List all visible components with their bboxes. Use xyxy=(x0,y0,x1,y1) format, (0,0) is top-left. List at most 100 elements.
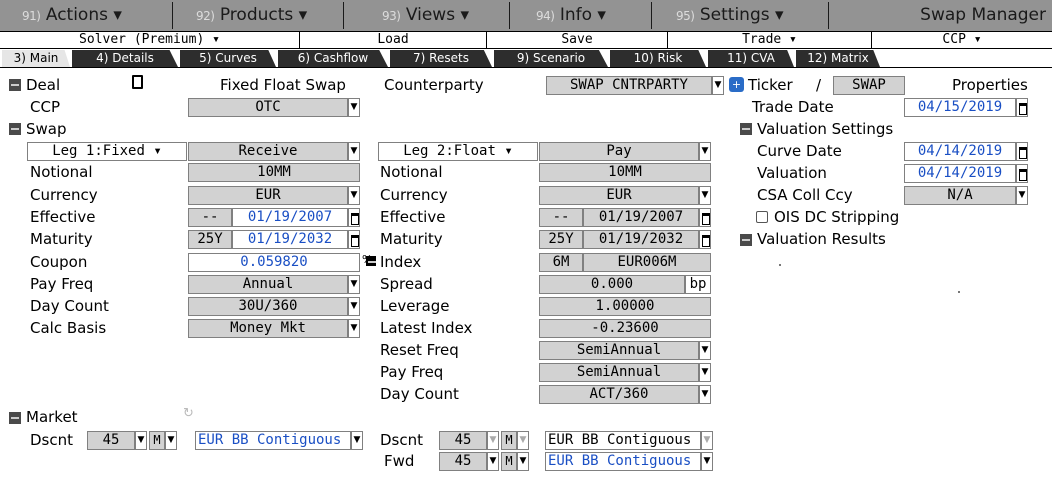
market-leg2-fwd-num[interactable]: 45 xyxy=(439,452,487,471)
chevron-down-icon[interactable]: ▼ xyxy=(351,431,363,450)
refresh-icon[interactable]: ↻ xyxy=(183,406,194,421)
market-leg2-fwd-curve[interactable]: EUR BB Contiguous xyxy=(545,452,701,471)
properties-link[interactable]: Properties xyxy=(952,75,1028,95)
chevron-down-icon[interactable]: ▼ xyxy=(699,341,711,360)
chevron-down-icon[interactable]: ▼ xyxy=(348,98,360,117)
leg2-latestindex-field[interactable]: -0.23600 xyxy=(539,319,711,338)
calendar-icon[interactable] xyxy=(348,208,360,227)
tab-cashflow[interactable]: 6) Cashflow xyxy=(278,50,388,67)
collapse-icon[interactable] xyxy=(9,412,21,424)
menu-views[interactable]: 93) Views ▾ xyxy=(382,0,469,31)
leg1-coupon-field[interactable]: 0.059820 xyxy=(188,253,360,272)
leg1-effective-prefix[interactable]: -- xyxy=(188,208,232,227)
leg2-spread-field[interactable]: 0.000 xyxy=(539,275,685,294)
market-leg1-dscnt-m[interactable]: M xyxy=(149,431,165,450)
chevron-down-icon[interactable]: ▼ xyxy=(487,452,499,471)
leg2-effective-field[interactable]: 01/19/2007 xyxy=(583,208,699,227)
menu-settings[interactable]: 95) Settings ▾ xyxy=(676,0,784,31)
leg1-effective-field[interactable]: 01/19/2007 xyxy=(232,208,348,227)
tab-matrix[interactable]: 12) Matrix xyxy=(796,50,880,67)
collapse-icon[interactable] xyxy=(740,123,752,135)
leg1-selector[interactable]: Leg 1:Fixed ▾ xyxy=(27,142,187,161)
chevron-down-icon[interactable]: ▼ xyxy=(699,363,711,382)
ccp-dropdown[interactable]: CCP ▾ xyxy=(872,32,1052,48)
market-leg2-dscnt-num[interactable]: 45 xyxy=(439,431,487,450)
leg1-payfreq-field[interactable]: Annual xyxy=(188,275,348,294)
collapse-icon[interactable] xyxy=(740,234,752,246)
market-leg2-dscnt-m[interactable]: M xyxy=(501,431,517,450)
trade-dropdown[interactable]: Trade ▾ xyxy=(668,32,872,48)
leg2-payfreq-field[interactable]: SemiAnnual xyxy=(539,363,699,382)
leg2-index-field[interactable]: EUR006M xyxy=(583,253,711,272)
chevron-down-icon[interactable]: ▼ xyxy=(701,452,713,471)
chevron-down-icon[interactable]: ▼ xyxy=(699,385,711,404)
leg2-direction[interactable]: Pay xyxy=(539,142,699,161)
tab-scenario[interactable]: 9) Scenario xyxy=(494,50,608,67)
chevron-down-icon[interactable]: ▼ xyxy=(699,142,711,161)
leg2-maturity-field[interactable]: 01/19/2032 xyxy=(583,230,699,249)
leg2-effective-prefix[interactable]: -- xyxy=(539,208,583,227)
market-leg1-dscnt-num[interactable]: 45 xyxy=(87,431,135,450)
solver-dropdown[interactable]: Solver (Premium) ▾ xyxy=(0,32,300,48)
menu-products[interactable]: 92) Products ▾ xyxy=(196,0,307,31)
chevron-down-icon[interactable]: ▼ xyxy=(712,76,724,95)
leg2-daycount-field[interactable]: ACT/360 xyxy=(539,385,699,404)
collapse-icon[interactable] xyxy=(366,256,376,266)
add-ticker-icon[interactable]: + xyxy=(729,77,744,92)
calendar-icon[interactable] xyxy=(699,230,711,249)
chevron-down-icon[interactable]: ▼ xyxy=(348,297,360,316)
document-icon[interactable] xyxy=(132,75,143,89)
menu-info[interactable]: 94) Info ▾ xyxy=(536,0,606,31)
ois-dc-stripping-checkbox[interactable] xyxy=(756,211,768,223)
ccp-field[interactable]: OTC xyxy=(188,98,348,117)
leg2-index-tenor[interactable]: 6M xyxy=(539,253,583,272)
collapse-icon[interactable] xyxy=(9,123,21,135)
ticker-field[interactable]: SWAP xyxy=(833,76,905,95)
leg2-notional-field[interactable]: 10MM xyxy=(539,163,711,182)
load-button[interactable]: Load xyxy=(300,32,487,48)
calendar-icon[interactable] xyxy=(699,208,711,227)
market-leg2-fwd-m[interactable]: M xyxy=(501,452,517,471)
save-button[interactable]: Save xyxy=(487,32,668,48)
tab-cva[interactable]: 11) CVA xyxy=(708,50,794,67)
chevron-down-icon[interactable]: ▼ xyxy=(348,142,360,161)
calendar-icon[interactable] xyxy=(1016,164,1028,183)
leg1-calcbasis-field[interactable]: Money Mkt xyxy=(188,319,348,338)
chevron-down-icon[interactable]: ▼ xyxy=(487,431,499,450)
chevron-down-icon[interactable]: ▼ xyxy=(165,431,177,450)
leg2-resetfreq-field[interactable]: SemiAnnual xyxy=(539,341,699,360)
valuation-date-field[interactable]: 04/14/2019 xyxy=(904,164,1016,183)
leg2-leverage-field[interactable]: 1.00000 xyxy=(539,297,711,316)
chevron-down-icon[interactable]: ▼ xyxy=(348,186,360,205)
counterparty-field[interactable]: SWAP CNTRPARTY xyxy=(546,76,712,95)
tab-curves[interactable]: 5) Curves xyxy=(180,50,276,67)
collapse-icon[interactable] xyxy=(9,79,21,91)
tab-resets[interactable]: 7) Resets xyxy=(390,50,492,67)
csa-coll-ccy-field[interactable]: N/A xyxy=(904,186,1016,205)
calendar-icon[interactable] xyxy=(1016,98,1028,117)
calendar-icon[interactable] xyxy=(1016,142,1028,161)
menu-actions[interactable]: 91) Actions ▾ xyxy=(22,0,122,31)
leg1-currency-field[interactable]: EUR xyxy=(188,186,348,205)
calendar-icon[interactable] xyxy=(348,230,360,249)
chevron-down-icon[interactable]: ▼ xyxy=(517,431,529,450)
tab-main[interactable]: 3) Main xyxy=(2,50,70,67)
leg1-maturity-field[interactable]: 01/19/2032 xyxy=(232,230,348,249)
chevron-down-icon[interactable]: ▼ xyxy=(1016,186,1028,205)
tab-details[interactable]: 4) Details xyxy=(72,50,178,67)
trade-date-field[interactable]: 04/15/2019 xyxy=(904,98,1016,117)
curve-date-field[interactable]: 04/14/2019 xyxy=(904,142,1016,161)
chevron-down-icon[interactable]: ▼ xyxy=(348,319,360,338)
chevron-down-icon[interactable]: ▼ xyxy=(699,186,711,205)
leg2-selector[interactable]: Leg 2:Float ▾ xyxy=(378,142,538,161)
leg1-notional-field[interactable]: 10MM xyxy=(188,163,360,182)
leg1-maturity-prefix[interactable]: 25Y xyxy=(188,230,232,249)
chevron-down-icon[interactable]: ▼ xyxy=(348,275,360,294)
leg1-direction[interactable]: Receive xyxy=(188,142,348,161)
leg1-daycount-field[interactable]: 30U/360 xyxy=(188,297,348,316)
leg2-currency-field[interactable]: EUR xyxy=(539,186,699,205)
tab-risk[interactable]: 10) Risk xyxy=(610,50,706,67)
market-leg2-dscnt-curve[interactable]: EUR BB Contiguous xyxy=(545,431,701,450)
chevron-down-icon[interactable]: ▼ xyxy=(517,452,529,471)
market-leg1-dscnt-curve[interactable]: EUR BB Contiguous xyxy=(195,431,351,450)
